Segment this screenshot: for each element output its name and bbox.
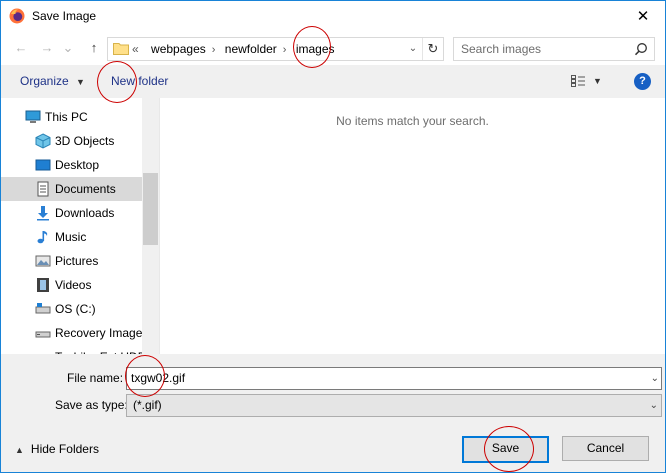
save-as-type-label: Save as type: (55, 398, 128, 412)
save-form: File name: txgw02.gif ⌄ Save as type: (*… (1, 354, 665, 472)
cancel-button[interactable]: Cancel (562, 436, 649, 461)
save-label: Save (491, 441, 520, 455)
chevron-down-icon: ⌄ (649, 400, 658, 411)
save-image-dialog: Save Image ✕ ← → ⌄ ↑ « webpages › newfold… (0, 0, 666, 473)
address-dropdown[interactable]: ⌄ (404, 38, 422, 60)
refresh-button[interactable]: ↻ (422, 38, 443, 60)
pictures-icon (35, 255, 51, 267)
chevron-down-icon: ⌄ (408, 43, 418, 54)
title-bar: Save Image ✕ (1, 1, 665, 32)
save-as-type-value: (*.gif) (133, 398, 162, 412)
music-icon (37, 231, 48, 244)
sidebar-item-toshiba-ext-hdd[interactable]: Toshiba Ext HDD (35, 345, 146, 354)
sidebar-item-label: Downloads (55, 206, 115, 220)
firefox-icon (9, 8, 25, 24)
desktop-icon (35, 159, 51, 171)
save-button[interactable]: Save (462, 436, 549, 463)
sidebar-item-os-c[interactable]: OS (C:) (35, 297, 142, 321)
view-options-icon[interactable] (571, 75, 585, 87)
cancel-label: Cancel (586, 441, 625, 455)
sidebar-item-3d-objects[interactable]: 3D Objects (35, 129, 142, 153)
caret-down-icon: ▼ (76, 77, 85, 87)
pc-icon (25, 110, 41, 123)
help-label: ? (639, 75, 646, 87)
file-name-value: txgw02.gif (131, 371, 186, 385)
help-icon[interactable]: ? (634, 73, 651, 90)
back-button[interactable]: ← (11, 38, 31, 58)
sidebar-item-this-pc[interactable]: This PC (25, 105, 142, 129)
empty-message: No items match your search. (336, 114, 489, 128)
search-placeholder: Search images (461, 42, 542, 56)
caret-down-icon[interactable]: ▼ (593, 65, 602, 98)
sidebar-item-label: OS (C:) (55, 302, 96, 316)
caret-up-icon: ▲ (15, 445, 24, 455)
sidebar-item-downloads[interactable]: Downloads (35, 201, 142, 225)
sidebar-item-label: Toshiba Ext HDD (55, 345, 146, 354)
folder-icon (113, 43, 129, 55)
navigation-bar: ← → ⌄ ↑ « webpages › newfolder › images ⌄ … (1, 32, 665, 65)
chevron-down-icon: ⌄ (62, 40, 74, 55)
forward-arrow-icon: → (40, 40, 54, 55)
file-list[interactable]: No items match your search. (160, 98, 665, 354)
sidebar-item-documents[interactable]: Documents (1, 177, 142, 201)
forward-button[interactable]: → (37, 38, 57, 58)
search-icon (634, 43, 647, 56)
sidebar-item-label: Documents (55, 182, 116, 196)
sidebar-item-music[interactable]: Music (35, 225, 142, 249)
back-arrow-icon: ← (14, 40, 28, 55)
sidebar-item-label: Recovery Image (55, 326, 143, 340)
breadcrumb-overflow[interactable]: « (132, 38, 139, 60)
sidebar-item-label: This PC (45, 110, 88, 124)
breadcrumb-images[interactable]: images (296, 38, 335, 60)
download-icon (37, 206, 49, 221)
file-name-label: File name: (67, 371, 124, 385)
chevron-right-icon[interactable]: › (277, 39, 293, 61)
refresh-icon: ↻ (427, 41, 439, 56)
breadcrumb-newfolder[interactable]: newfolder (225, 38, 277, 60)
drive-icon (35, 331, 51, 338)
sidebar-item-pictures[interactable]: Pictures (35, 249, 142, 273)
organize-label: Organize (20, 74, 69, 88)
recent-locations-button[interactable]: ⌄ (61, 38, 75, 58)
breadcrumb-webpages[interactable]: webpages (151, 38, 206, 60)
documents-icon (37, 181, 49, 197)
chevron-down-icon[interactable]: ⌄ (651, 368, 659, 389)
videos-icon (37, 278, 49, 292)
sidebar-item-label: Pictures (55, 254, 99, 268)
drive-icon (35, 303, 51, 314)
sidebar-item-label: Desktop (55, 158, 100, 172)
hide-folders-toggle[interactable]: ▲ Hide Folders (15, 442, 99, 456)
address-bar[interactable]: « webpages › newfolder › images ⌄ ↻ (107, 37, 444, 61)
up-arrow-icon: ↑ (90, 40, 98, 55)
cube-icon (35, 133, 51, 149)
window-title: Save Image (32, 9, 97, 23)
navigation-pane: This PC 3D Objects Desktop Documents Dow… (1, 98, 160, 354)
file-name-field[interactable]: txgw02.gif ⌄ (126, 367, 662, 390)
new-folder-label: New folder (111, 74, 169, 88)
hide-folders-label: Hide Folders (30, 442, 99, 456)
sidebar-item-label: Videos (55, 278, 92, 292)
organize-menu[interactable]: Organize ▼ (20, 65, 85, 98)
close-button[interactable]: ✕ (621, 1, 665, 32)
sidebar-item-label: 3D Objects (55, 134, 115, 148)
sidebar-item-label: Music (55, 230, 87, 244)
sidebar-item-desktop[interactable]: Desktop (35, 153, 142, 177)
command-bar: Organize ▼ New folder ▼ ? (1, 65, 665, 98)
sidebar-item-recovery-image[interactable]: Recovery Image (35, 321, 142, 345)
scrollbar-thumb[interactable] (143, 173, 158, 245)
new-folder-button[interactable]: New folder (111, 65, 168, 98)
sidebar-scrollbar[interactable] (142, 98, 159, 354)
save-as-type-select[interactable]: (*.gif) ⌄ (126, 394, 662, 417)
search-input[interactable]: Search images (453, 37, 655, 61)
up-button[interactable]: ↑ (84, 38, 104, 58)
chevron-right-icon[interactable]: › (206, 39, 222, 61)
breadcrumb: « webpages › newfolder › images (132, 38, 335, 60)
close-icon: ✕ (636, 8, 650, 25)
sidebar-item-videos[interactable]: Videos (35, 273, 142, 297)
